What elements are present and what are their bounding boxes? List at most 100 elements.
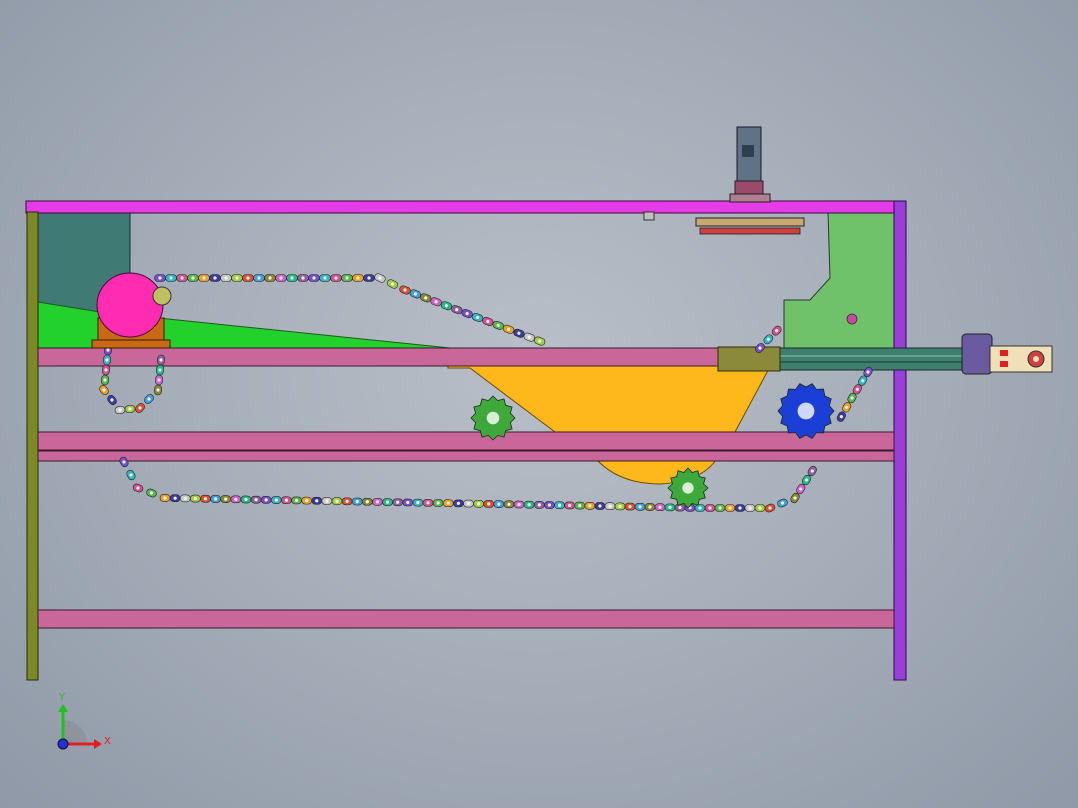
lower-chain-link xyxy=(754,504,766,512)
lower-chain-link xyxy=(523,500,535,509)
lower-chain-link xyxy=(483,500,495,508)
lower-chain-link xyxy=(190,494,201,503)
lower-chain-link xyxy=(724,504,736,512)
blue-sprocket xyxy=(777,383,835,439)
lower-chain-link xyxy=(126,469,136,481)
lower-chain-link xyxy=(240,495,252,504)
chain-group xyxy=(99,273,873,513)
upper-chain-link xyxy=(220,274,232,282)
triad-y-label: Y xyxy=(58,692,66,703)
upper-chain-link xyxy=(165,274,177,282)
lower-chain-link xyxy=(764,503,776,513)
lower-chain-link xyxy=(179,494,191,503)
lower-chain-link xyxy=(412,498,424,507)
upper-chain-link xyxy=(286,274,298,282)
lower-chain-link xyxy=(777,498,788,508)
upper-chain-link xyxy=(399,285,411,295)
upper-chain-link xyxy=(374,273,386,283)
motor-loop-chain-link xyxy=(124,405,136,413)
lower-chain-link xyxy=(291,496,302,505)
drive-motor xyxy=(96,272,164,338)
motor-loop-chain-link xyxy=(99,385,109,395)
lower-chain-link xyxy=(351,497,363,506)
right-bracket xyxy=(783,211,895,351)
upper-chain-link xyxy=(440,301,453,311)
upper-chain-link xyxy=(352,274,364,282)
upper-chain-link xyxy=(297,274,309,282)
lower-chain-link xyxy=(534,501,545,509)
motor-loop-chain-link xyxy=(144,394,154,404)
motor-loop-chain-link xyxy=(101,374,109,386)
lower-chain-link xyxy=(634,502,646,511)
lower-chain-link xyxy=(362,497,373,506)
bracket-hole xyxy=(846,313,858,325)
lower-chain-link xyxy=(584,501,596,510)
cross-beam-middle-lower xyxy=(37,450,895,462)
bracket-chain-link xyxy=(763,334,774,345)
upper-chain-link xyxy=(420,293,432,303)
cad-assembly-view: X Y xyxy=(25,126,1053,750)
upper-chain-link xyxy=(198,274,210,282)
cross-beam-middle xyxy=(37,431,895,451)
upper-chain-link xyxy=(253,274,265,282)
lower-chain-link xyxy=(260,496,272,504)
upper-chain-link xyxy=(533,336,546,346)
lower-chain-link xyxy=(614,502,626,511)
lower-chain-link xyxy=(270,496,282,504)
upper-chain-link xyxy=(187,274,199,282)
lower-chain-link xyxy=(744,504,756,512)
cross-beam-upper xyxy=(37,347,719,367)
upper-chain-link xyxy=(308,274,320,282)
lower-chain-link xyxy=(321,497,333,505)
lower-chain-link xyxy=(463,499,474,508)
lower-chain-link xyxy=(301,496,312,505)
lower-chain-link xyxy=(624,502,636,511)
lower-chain-link xyxy=(146,488,157,498)
lower-chain-link xyxy=(574,501,586,510)
lower-chain-link xyxy=(544,501,555,509)
motor-loop-chain-link xyxy=(107,395,117,405)
upper-chain-link xyxy=(461,309,473,319)
triad-origin xyxy=(57,738,69,750)
motor-loop-chain-link xyxy=(157,354,165,366)
upper-chain-link xyxy=(363,274,375,282)
lower-chain-link xyxy=(392,498,403,507)
lower-chain-link xyxy=(210,495,221,503)
lower-chain-link xyxy=(564,501,575,510)
upper-chain-link xyxy=(319,274,331,282)
lower-chain-link xyxy=(230,495,242,504)
triad-x-label: X xyxy=(104,736,111,747)
upper-chain-link xyxy=(523,332,535,342)
lower-chain-link xyxy=(734,504,746,512)
lower-chain-link xyxy=(372,498,383,506)
motor-loop-chain-link xyxy=(156,364,164,376)
upper-chain-link xyxy=(264,274,276,282)
motor-loop-chain-link xyxy=(103,354,111,366)
upper-chain-link xyxy=(209,274,221,282)
lower-chain-link xyxy=(159,494,171,502)
lower-chain-link xyxy=(594,502,606,510)
lower-chain-link xyxy=(664,503,676,512)
motor-loop-chain-link xyxy=(102,364,110,376)
press-plate xyxy=(695,217,805,227)
motor-loop-chain-link xyxy=(114,406,126,414)
motor-loop-chain-link xyxy=(155,374,163,386)
upper-chain-link xyxy=(502,324,515,334)
lower-chain-link xyxy=(422,499,434,507)
upper-chain-link xyxy=(471,312,484,323)
lower-chain-link xyxy=(250,495,262,504)
upper-chain-link xyxy=(513,328,525,338)
lower-chain-link xyxy=(341,497,353,506)
motor-sprocket xyxy=(152,286,172,306)
lower-chain-link xyxy=(311,496,323,505)
lower-chain-link xyxy=(169,494,181,503)
motor-loop-chain-link xyxy=(135,403,145,413)
upper-chain-link xyxy=(176,274,188,282)
conveyor-clamp xyxy=(717,346,781,372)
frame-top-beam xyxy=(25,200,897,214)
upper-chain-link xyxy=(341,274,353,282)
bracket-chain-link xyxy=(771,325,782,336)
lower-chain-link xyxy=(654,503,666,512)
lower-chain-link xyxy=(694,504,706,512)
lower-chain-link xyxy=(704,504,716,512)
